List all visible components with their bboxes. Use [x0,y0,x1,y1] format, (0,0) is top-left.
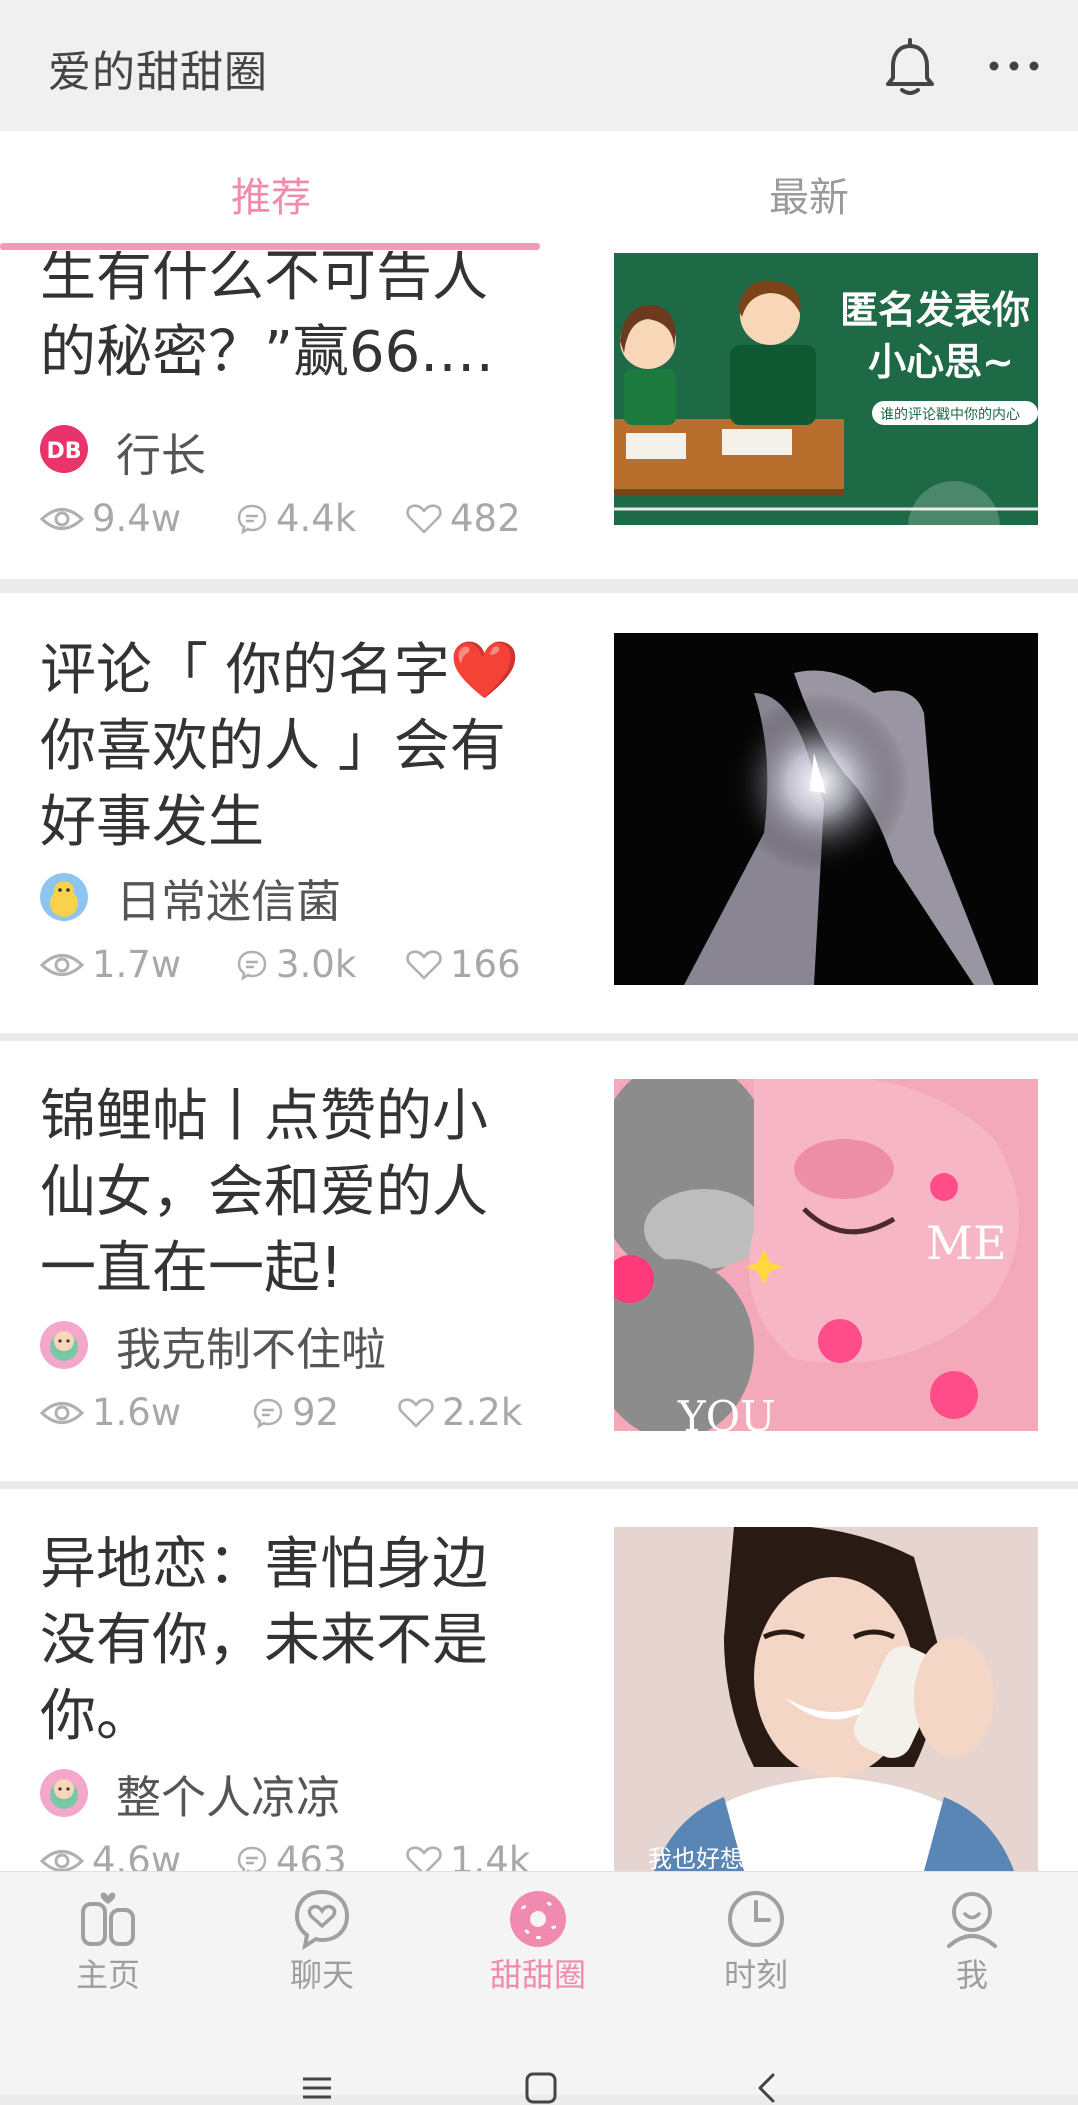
post-thumbnail[interactable]: ME YOU [614,1079,1038,1431]
post-author[interactable]: 日常迷信菌 [116,865,341,930]
view-count: 1.6w [92,1391,182,1434]
eye-icon [40,953,84,976]
comment-icon [253,1398,283,1429]
eye-icon [40,1849,84,1871]
thumb-headline-1: 匿名发表你 [840,288,1030,332]
heart-icon[interactable] [406,949,442,981]
back-icon[interactable] [754,2071,778,2105]
post-title: 评论「 你的名字❤️你喜欢的人 」会有好事发生 [40,638,520,855]
home-icon [81,1892,135,1946]
nav-donut[interactable]: 甜甜圈 [468,1888,608,1996]
thumb-caption: 谁的评论戳中你的内心 [880,407,1020,423]
nav-chat[interactable]: 聊天 [252,1888,392,1996]
post-title: 生有什么不可告人的秘密？”赢66.… [40,251,495,385]
chat-icon [294,1889,350,1950]
menu-icon[interactable] [300,2073,334,2103]
post-thumbnail[interactable] [614,633,1038,985]
post-author[interactable]: 整个人凉凉 [116,1761,341,1826]
avatar [40,1321,88,1369]
nav-label: 聊天 [289,1956,354,1994]
thumb-you-text: YOU [677,1392,776,1431]
post-title: 锦鲤帖丨点赞的小仙女，会和爱的人一直在一起! [40,1084,488,1301]
tab-latest[interactable]: 最新 [659,165,959,223]
view-count: 4.6w [92,1839,182,1871]
app-title: 爱的甜甜圈 [48,48,268,98]
eye-icon [40,1401,84,1424]
avatar [40,1769,88,1817]
thumb-subtitle: 我也好想念你 [648,1845,792,1871]
profile-icon [947,1892,997,1948]
post-author[interactable]: 我克制不住啦 [116,1313,386,1378]
nav-moments[interactable]: 时刻 [686,1888,826,1996]
post-card[interactable]: 锦鲤帖丨点赞的小仙女，会和爱的人一直在一起! 我克制不住啦 1.6w 92 2.… [0,1041,1078,1481]
heart-icon[interactable] [406,503,442,535]
nav-label: 我 [955,1956,988,1994]
clock-icon [728,1891,784,1947]
nav-profile[interactable]: 我 [902,1888,1042,1996]
more-icon[interactable] [984,44,1044,88]
post-title: 异地恋：害怕身边没有你，未来不是你。 [40,1532,488,1749]
comment-count: 4.4k [276,497,357,540]
eye-icon [40,507,84,530]
comment-count: 463 [276,1839,347,1871]
comment-icon [237,504,267,535]
nav-home[interactable]: 主页 [38,1888,178,1996]
post-thumbnail[interactable]: 匿名发表你 小心思~ 谁的评论戳中你的内心 [614,253,1038,525]
avatar [40,873,88,921]
home-square-icon[interactable] [524,2071,558,2105]
post-author[interactable]: 行长 [116,419,206,484]
tab-bar: 推荐 最新 [0,131,1078,251]
thumb-headline-2: 小心思~ [868,340,1014,384]
nav-label: 主页 [75,1956,140,1994]
system-nav-bar [0,2007,1078,2104]
like-count: 166 [450,943,521,986]
active-tab-indicator [0,243,540,250]
comment-count: 92 [292,1391,340,1434]
bottom-nav: 主页 聊天 甜甜圈 时刻 我 [0,1871,1078,2008]
comment-icon [237,950,267,981]
post-card[interactable]: 生有什么不可告人的秘密？”赢66.… DB 行长 9.4w 4.4k 482 匿… [0,251,1078,579]
app-header: 爱的甜甜圈 [0,0,1078,131]
view-count: 1.7w [92,943,182,986]
view-count: 9.4w [92,497,182,540]
nav-label: 时刻 [723,1956,788,1994]
post-stats: 9.4w 4.4k 482 [40,497,540,541]
post-stats: 4.6w 463 1.4k [40,1839,540,1871]
comment-icon [237,1846,267,1871]
like-count: 1.4k [450,1839,531,1871]
tab-recommended[interactable]: 推荐 [121,165,421,223]
avatar: DB [40,425,88,473]
bell-icon[interactable] [878,36,942,100]
post-stats: 1.6w 92 2.2k [40,1391,540,1435]
post-feed[interactable]: 生有什么不可告人的秘密？”赢66.… DB 行长 9.4w 4.4k 482 匿… [0,251,1078,1871]
comment-count: 3.0k [276,943,357,986]
heart-icon[interactable] [406,1845,442,1872]
donut-icon [510,1891,566,1947]
heart-icon[interactable] [398,1397,434,1429]
nav-label: 甜甜圈 [489,1956,586,1994]
post-card[interactable]: 评论「 你的名字❤️你喜欢的人 」会有好事发生 日常迷信菌 1.7w 3.0k … [0,593,1078,1033]
svg-text:DB: DB [46,439,81,464]
like-count: 2.2k [442,1391,523,1434]
thumb-me-text: ME [926,1216,1007,1270]
like-count: 482 [450,497,521,540]
post-thumbnail[interactable]: 我也好想念你 [614,1527,1038,1871]
post-card[interactable]: 异地恋：害怕身边没有你，未来不是你。 整个人凉凉 4.6w 463 1.4k 我… [0,1489,1078,1871]
post-stats: 1.7w 3.0k 166 [40,943,540,987]
